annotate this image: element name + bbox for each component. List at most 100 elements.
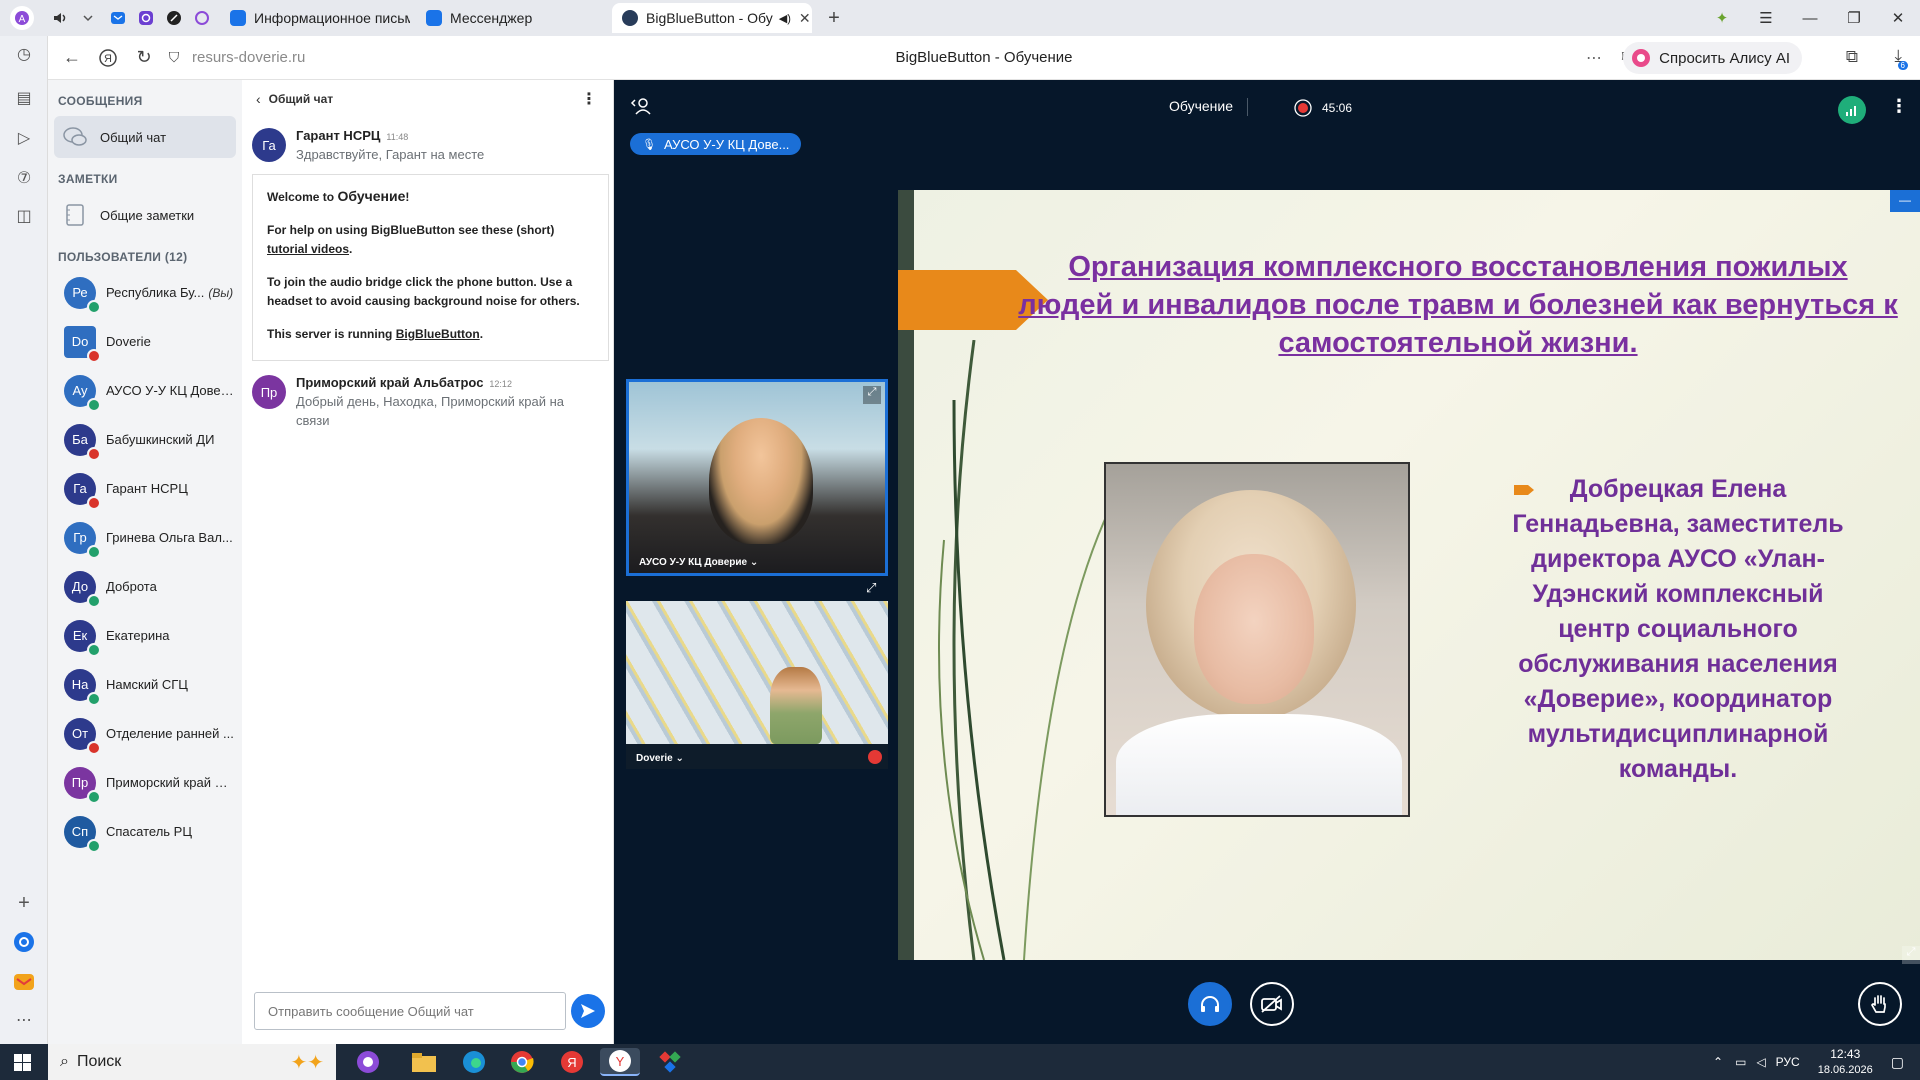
tab-bigbluebutton[interactable]: BigBlueButton - Обу ◀) ✕ xyxy=(612,3,812,33)
chat-options-icon[interactable]: ⋮ xyxy=(581,89,597,109)
user-list-item[interactable]: Сп Спасатель РЦ xyxy=(48,807,242,856)
user-list-item[interactable]: Do Doverie xyxy=(48,317,242,366)
camera-off-button[interactable] xyxy=(1250,982,1294,1026)
user-list-item[interactable]: Гр Гринева Ольга Вал... xyxy=(48,513,242,562)
language-indicator[interactable]: РУС xyxy=(1776,1055,1800,1069)
tab-close-icon[interactable]: ✕ xyxy=(799,10,811,27)
yandex-icon[interactable]: Я xyxy=(90,40,126,76)
audio-headphones-button[interactable] xyxy=(1188,982,1232,1026)
raise-hand-button[interactable] xyxy=(1858,982,1902,1026)
headphones-icon xyxy=(1201,996,1219,1012)
user-list-item[interactable]: До Доброта xyxy=(48,562,242,611)
webcam-user-label[interactable]: АУСО У-У КЦ Доверие ⌄ xyxy=(639,557,758,568)
more-icon[interactable]: ⋯ xyxy=(12,1008,36,1032)
user-name: Гарант НСРЦ xyxy=(106,481,188,496)
webcam-user-label[interactable]: Doverie ⌄ xyxy=(636,753,684,764)
ask-alice-button[interactable]: Спросить Алису AI xyxy=(1623,42,1802,74)
mail-app-icon[interactable] xyxy=(106,6,130,30)
user-list-item[interactable]: Ба Бабушкинский ДИ xyxy=(48,415,242,464)
page-title: BigBlueButton - Обучение xyxy=(895,49,1073,66)
user-list-item[interactable]: Ек Екатерина xyxy=(48,611,242,660)
screenshot-icon[interactable]: ◫ xyxy=(12,204,36,228)
speaker-icon[interactable] xyxy=(48,6,72,30)
back-icon[interactable]: ← xyxy=(54,40,90,76)
slide-minimize-button[interactable]: — xyxy=(1890,190,1920,212)
photo-shirt xyxy=(1116,714,1402,815)
user-list-item[interactable]: Ау АУСО У-У КЦ Довер... xyxy=(48,366,242,415)
restore-icon[interactable]: ❐ xyxy=(1832,9,1876,27)
user-list-toggle-icon[interactable] xyxy=(630,96,652,116)
calendar-icon[interactable]: ⑦ xyxy=(12,166,36,190)
collections-icon[interactable]: ▤ xyxy=(12,86,36,110)
fullscreen-icon[interactable]: ⤢ xyxy=(863,386,881,404)
tab-label: Мессенджер xyxy=(450,10,533,26)
user-list-item[interactable]: Пр Приморский край А... xyxy=(48,758,242,807)
extension-icon[interactable]: ✦ xyxy=(1700,9,1744,27)
alice-tab-icon[interactable] xyxy=(190,6,214,30)
tutorial-videos-link[interactable]: tutorial videos xyxy=(267,242,349,256)
feather-app-icon[interactable] xyxy=(162,6,186,30)
taskbar-search[interactable]: ⌕ Поиск ✦✦ xyxy=(48,1044,336,1080)
add-icon[interactable]: + xyxy=(12,891,36,915)
messages-icon[interactable] xyxy=(12,970,36,994)
chat-message-input[interactable]: Отправить сообщение Общий чат xyxy=(254,992,566,1030)
user-list-item[interactable]: Ре Республика Бу... (Вы) xyxy=(48,268,242,317)
site-info-icon[interactable]: ⛉ xyxy=(162,40,186,76)
yandex-browser-icon[interactable]: Я xyxy=(552,1048,592,1076)
clock[interactable]: 12:43 18.06.2026 xyxy=(1818,1046,1873,1078)
play-icon[interactable]: ▷ xyxy=(12,126,36,150)
windows-start-icon[interactable] xyxy=(14,1054,31,1071)
welcome-text: This server is running xyxy=(267,327,396,341)
tab-messenger[interactable]: Мессенджер xyxy=(416,3,606,33)
alice-taskbar-icon[interactable] xyxy=(348,1048,388,1076)
volume-icon[interactable]: ◁ xyxy=(1756,1055,1765,1069)
shared-notes-item[interactable]: Общие заметки xyxy=(54,194,236,236)
recording-indicator[interactable]: 45:06 xyxy=(1294,99,1352,117)
collections-button-icon[interactable]: ⧉ xyxy=(1846,47,1858,67)
options-menu-icon[interactable]: ⋮ xyxy=(1890,96,1908,117)
url-field[interactable]: resurs-doverie.ru xyxy=(192,49,305,66)
avatar: Га xyxy=(252,128,286,162)
svg-text:Y: Y xyxy=(616,1054,625,1069)
hide-chat-icon[interactable]: ‹ xyxy=(256,91,261,107)
chevron-down-icon[interactable] xyxy=(76,6,100,30)
downloads-icon[interactable]: ⤓ 6 xyxy=(1894,46,1908,70)
user-list-item[interactable]: Га Гарант НСРЦ xyxy=(48,464,242,513)
menu-icon[interactable]: ☰ xyxy=(1744,9,1788,27)
photo-face xyxy=(1194,554,1314,704)
welcome-text: Welcome to xyxy=(267,190,338,204)
minimize-icon[interactable]: — xyxy=(1788,10,1832,27)
vk-app-icon[interactable] xyxy=(134,6,158,30)
history-icon[interactable]: ◷ xyxy=(12,42,36,66)
user-list-item[interactable]: На Намский СГЦ xyxy=(48,660,242,709)
new-tab-icon[interactable]: + xyxy=(822,6,846,30)
tab-audio-icon[interactable]: ◀) xyxy=(779,12,791,25)
connection-status-icon[interactable] xyxy=(1838,96,1866,124)
yandex-active-icon[interactable]: Y xyxy=(600,1048,640,1076)
user-list-item[interactable]: От Отделение ранней ... xyxy=(48,709,242,758)
notifications-icon[interactable]: ▢ xyxy=(1891,1054,1904,1071)
app-grid-icon[interactable] xyxy=(650,1048,690,1076)
alice-assistant-icon[interactable]: A xyxy=(10,6,34,30)
send-message-button[interactable] xyxy=(571,994,605,1028)
bigbluebutton-link[interactable]: BigBlueButton xyxy=(396,327,480,341)
file-explorer-icon[interactable] xyxy=(404,1048,444,1076)
fullscreen-icon[interactable]: ⤢ xyxy=(866,580,876,596)
page-menu-icon[interactable]: ⋯ xyxy=(1586,48,1602,68)
microphone-icon: 🎙 xyxy=(642,138,656,151)
presentation-fullscreen-icon[interactable]: ⤢ xyxy=(1902,946,1920,964)
talking-indicator[interactable]: 🎙 АУСО У-У КЦ Дове... xyxy=(630,133,802,155)
network-icon[interactable]: ▭ xyxy=(1735,1055,1746,1069)
message-text: Здравствуйте, Гарант на месте xyxy=(296,147,485,162)
close-icon[interactable]: ✕ xyxy=(1876,9,1920,27)
reload-icon[interactable]: ↻ xyxy=(126,40,162,76)
camera-off-icon xyxy=(1261,995,1282,1013)
webcam-tile[interactable]: ⤢ АУСО У-У КЦ Доверие ⌄ xyxy=(626,379,888,576)
tab-info-letter[interactable]: Информационное письмо xyxy=(220,3,410,33)
chrome-icon[interactable] xyxy=(502,1048,542,1076)
webcam-tile[interactable]: Doverie ⌄ xyxy=(626,601,888,769)
public-chat-item[interactable]: Общий чат xyxy=(54,116,236,158)
edge-icon[interactable] xyxy=(454,1048,494,1076)
mail-icon[interactable] xyxy=(12,930,36,954)
tray-chevron-icon[interactable]: ⌃ xyxy=(1713,1055,1723,1069)
